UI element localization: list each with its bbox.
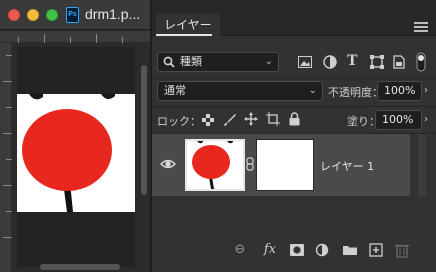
canvas-image (17, 94, 135, 212)
lock-label: ロック： (157, 115, 201, 128)
lock-all-icon[interactable] (289, 112, 300, 126)
minimize-window-button[interactable] (27, 9, 39, 21)
horizontal-scrollbar[interactable] (40, 264, 120, 270)
lock-artboard-icon[interactable] (266, 112, 280, 126)
link-icon[interactable] (246, 157, 254, 171)
opacity-value: 100% (384, 84, 416, 97)
chevron-right-icon[interactable]: › (424, 84, 428, 98)
add-layer-mask-icon[interactable] (289, 242, 305, 258)
vertical-ruler[interactable] (0, 43, 12, 272)
link-layers-icon[interactable]: ⊖ (232, 242, 248, 258)
document-window: Ps drm1.p... (0, 0, 150, 272)
lock-position-icon[interactable] (244, 112, 258, 126)
divider (152, 106, 436, 107)
canvas-area[interactable] (12, 43, 150, 272)
shape-layer-filter-icon[interactable] (370, 55, 384, 69)
filter-toggle-icon[interactable] (416, 52, 426, 72)
blend-mode-value: 通常 (164, 84, 186, 97)
adjustment-layer-filter-icon[interactable] (323, 55, 337, 69)
horizontal-ruler[interactable] (0, 31, 150, 43)
active-tab-indicator (156, 34, 212, 36)
vertical-scrollbar[interactable] (141, 65, 147, 195)
layer-filter-row: 種類 ⌄ T (152, 50, 436, 74)
layer-filter-kind-label: 種類 (180, 55, 202, 68)
fill-field[interactable]: 100% (375, 110, 422, 130)
new-group-folder-icon[interactable] (342, 242, 358, 258)
layer-filter-kind-select[interactable]: 種類 ⌄ (157, 52, 279, 72)
photoshop-file-icon: Ps (66, 7, 79, 23)
document-title: drm1.p... (85, 6, 141, 22)
smart-object-filter-icon[interactable] (393, 55, 405, 69)
layer-name[interactable]: レイヤー 1 (320, 158, 374, 174)
artboard (17, 47, 135, 267)
fill-value: 100% (382, 113, 414, 126)
layers-panel: レイヤー 種類 ⌄ T 通常 ⌄ 不透明度： 100% › ロック： 塗り： 1… (152, 0, 436, 272)
layer-thumbnail-image (187, 141, 243, 189)
chevron-down-icon: ⌄ (308, 85, 317, 96)
blend-mode-select[interactable]: 通常 ⌄ (157, 81, 323, 101)
layers-list-scrollbar[interactable] (418, 134, 426, 196)
red-circle-illustration (17, 94, 135, 212)
layer-mask-thumbnail[interactable] (256, 139, 314, 191)
chevron-right-icon[interactable]: › (424, 113, 428, 127)
tab-layers[interactable]: レイヤー (156, 14, 220, 36)
document-titlebar: Ps drm1.p... (0, 0, 150, 30)
eye-icon[interactable] (160, 156, 176, 172)
new-adjustment-layer-icon[interactable] (315, 242, 331, 258)
pixel-layer-filter-icon[interactable] (298, 56, 312, 68)
new-layer-icon[interactable] (368, 242, 384, 258)
zoom-window-button[interactable] (46, 9, 58, 21)
lock-transparent-pixels-icon[interactable] (202, 114, 214, 126)
search-icon (163, 56, 175, 68)
type-layer-filter-icon[interactable]: T (347, 54, 357, 68)
layer-row[interactable]: レイヤー 1 (152, 134, 410, 196)
divider (152, 78, 436, 79)
close-window-button[interactable] (8, 9, 20, 21)
layers-panel-footer: ⊖ fx (152, 238, 436, 264)
layer-thumbnail[interactable] (185, 139, 245, 191)
lock-row: ロック： 塗り： 100% › (152, 108, 436, 132)
lock-image-pixels-icon[interactable] (223, 113, 236, 127)
fx-icon[interactable]: fx (262, 242, 278, 258)
panel-tabbar: レイヤー (152, 0, 436, 36)
panel-menu-icon[interactable] (414, 22, 428, 32)
opacity-field[interactable]: 100% (377, 81, 422, 101)
blend-row: 通常 ⌄ 不透明度： 100% › (152, 80, 436, 104)
chevron-down-icon: ⌄ (264, 56, 273, 67)
opacity-label: 不透明度： (328, 86, 383, 99)
trash-icon[interactable] (394, 242, 410, 258)
